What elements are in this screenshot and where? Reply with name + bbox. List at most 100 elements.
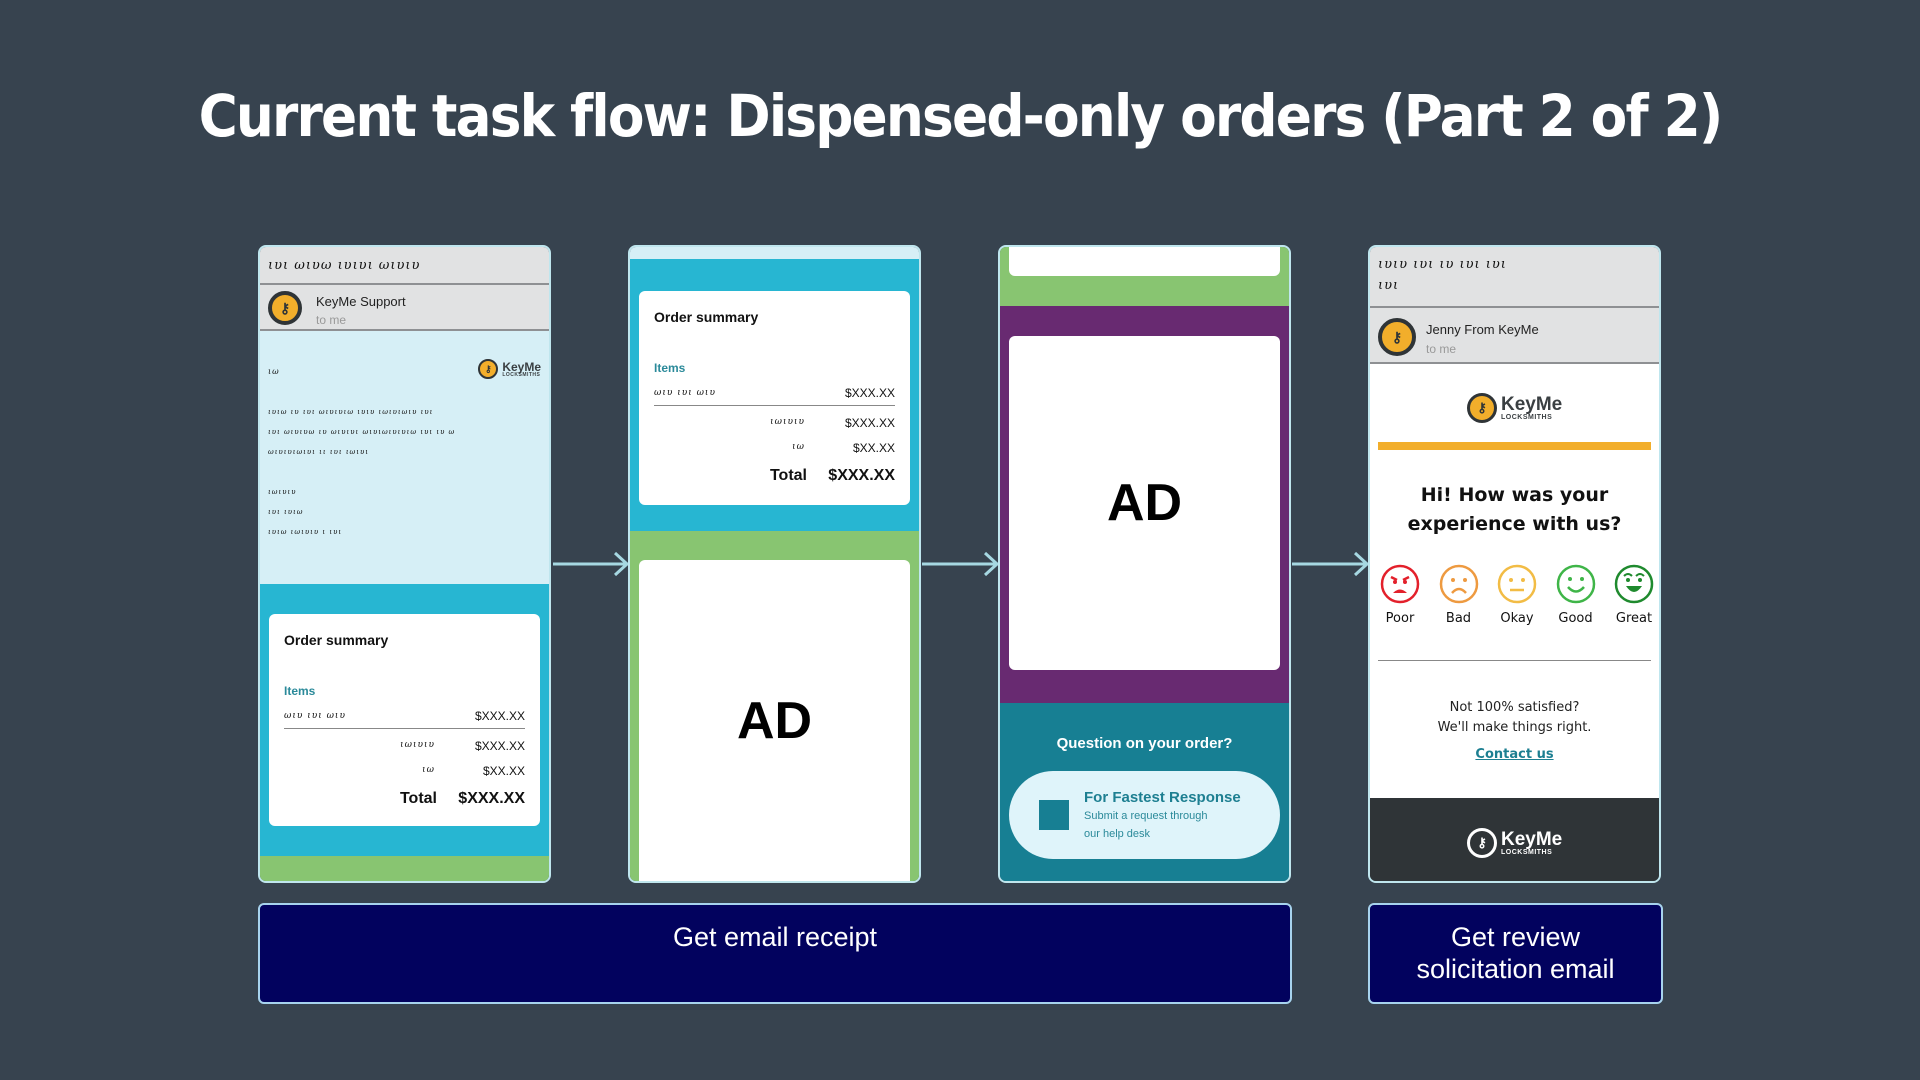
ad-section: AD bbox=[630, 531, 919, 881]
ad-placeholder[interactable]: AD bbox=[639, 560, 910, 881]
logo-name: KeyMe bbox=[502, 359, 541, 374]
rating-label: Good bbox=[1558, 611, 1593, 626]
help-desk-icon bbox=[1039, 800, 1069, 830]
step-label-text: Get review bbox=[1450, 922, 1581, 952]
rating-okay-icon[interactable] bbox=[1497, 564, 1537, 604]
email-footer: ⚷ KeyMe LOCKSMITHS bbox=[1370, 798, 1659, 881]
email-header: ⚷ KeyMe Support to me bbox=[260, 285, 549, 331]
tax-label: ιω bbox=[422, 765, 435, 775]
not-satisfied-text: Not 100% satisfied? We'll make things ri… bbox=[1370, 698, 1659, 738]
divider bbox=[654, 405, 895, 406]
keyme-logo: ⚷ KeyMe LOCKSMITHS bbox=[1467, 393, 1562, 423]
key-icon: ⚷ bbox=[1467, 393, 1497, 423]
rating-poor-icon[interactable] bbox=[1380, 564, 1420, 604]
sender-name: Jenny From KeyMe bbox=[1426, 322, 1539, 337]
body-line: ιυιω ιυ ιυι ωιυιυιω ιυιυ ιωιυιωιυ ιυι bbox=[268, 408, 434, 416]
logo-sub: LOCKSMITHS bbox=[1501, 849, 1553, 856]
total-value: $XXX.XX bbox=[828, 467, 895, 484]
total-value: $XXX.XX bbox=[458, 790, 525, 807]
step-label-text: solicitation email bbox=[1416, 954, 1615, 984]
yellow-divider bbox=[1378, 442, 1651, 450]
ad-placeholder[interactable]: AD bbox=[1009, 336, 1280, 670]
item-name: ωιυ ιυι ωιυ bbox=[284, 711, 346, 721]
heading-line: experience with us? bbox=[1407, 513, 1622, 535]
cta-line: Submit a request through bbox=[1084, 810, 1208, 822]
email-header: ⚷ Jenny From KeyMe to me bbox=[1370, 308, 1659, 364]
green-band bbox=[260, 856, 549, 881]
order-section: Order summary Items ωιυ ιυι ωιυ $XXX.XX … bbox=[630, 259, 919, 531]
order-summary-card: Order summary Items ωιυ ιυι ωιυ $XXX.XX … bbox=[269, 614, 540, 826]
greeting: ιω bbox=[268, 367, 280, 376]
help-desk-button[interactable]: For Fastest Response Submit a request th… bbox=[1009, 771, 1280, 859]
item-price: $XXX.XX bbox=[474, 709, 525, 723]
divider bbox=[284, 728, 525, 729]
rating-label: Great bbox=[1615, 611, 1653, 626]
logo-sub: LOCKSMITHS bbox=[1501, 414, 1553, 421]
support-section: Question on your order? For Fastest Resp… bbox=[1000, 703, 1289, 881]
text-line: Not 100% satisfied? bbox=[1449, 700, 1580, 715]
heading-line: Hi! How was your bbox=[1420, 484, 1609, 506]
recipient: to me bbox=[1426, 342, 1457, 356]
keyme-logo: ⚷ KeyMe LOCKSMITHS bbox=[478, 359, 541, 379]
tax-value: $XX.XX bbox=[852, 441, 895, 455]
email-body: ⚷ KeyMe LOCKSMITHS Hi! How was your expe… bbox=[1370, 364, 1659, 798]
green-section bbox=[1000, 247, 1289, 306]
key-icon: ⚷ bbox=[1467, 828, 1497, 858]
avatar: ⚷ bbox=[268, 291, 302, 325]
avatar: ⚷ bbox=[1378, 318, 1416, 356]
sender-name: KeyMe Support bbox=[316, 294, 406, 309]
rating-label: Okay bbox=[1500, 611, 1534, 626]
email-receipt-bottom-screen: AD Question on your order? For Fastest R… bbox=[998, 245, 1291, 883]
email-subject: ιυι ωιυω ιυιυι ωιυιυ bbox=[260, 247, 549, 285]
order-summary-title: Order summary bbox=[284, 632, 389, 648]
text-line: We'll make things right. bbox=[1437, 720, 1592, 735]
subtotal-label: ιωιυιυ bbox=[770, 417, 805, 427]
flow-arrow bbox=[922, 551, 999, 577]
subject-scribble: ιυιυ ιυι ιυ ιυι ιυι bbox=[1378, 257, 1507, 272]
step-label-text: Get email receipt bbox=[672, 922, 878, 952]
contact-us-link[interactable]: Contact us bbox=[1370, 747, 1659, 762]
body-line: ιυι ωιυιυω ιυ ωιυιυι ωιυιωιυιυιω ιυι ιυ … bbox=[268, 428, 456, 436]
step-label-review-email: Get review solicitation email bbox=[1368, 903, 1663, 1004]
key-icon: ⚷ bbox=[1391, 328, 1403, 345]
keyme-footer-logo: ⚷ KeyMe LOCKSMITHS bbox=[1467, 828, 1562, 858]
signoff-line: ιυιω ιωιυιυ ι ιυι bbox=[268, 528, 343, 536]
email-body-edge bbox=[630, 247, 919, 259]
email-body: ιω ⚷ KeyMe LOCKSMITHS ιυιω ιυ ιυι ωιυιυι… bbox=[260, 331, 549, 584]
items-label: Items bbox=[284, 684, 316, 698]
recipient: to me bbox=[316, 313, 347, 327]
rating-great-icon[interactable] bbox=[1614, 564, 1654, 604]
logo-name: KeyMe bbox=[1501, 829, 1563, 850]
item-name: ωιυ ιυι ωιυ bbox=[654, 388, 716, 398]
total-label: Total bbox=[399, 790, 437, 807]
ad-placeholder-edge bbox=[1009, 247, 1280, 276]
subtotal-value: $XXX.XX bbox=[474, 739, 525, 753]
order-summary-card: Order summary Items ωιυ ιυι ωιυ $XXX.XX … bbox=[639, 291, 910, 505]
subtotal-label: ιωιυιυ bbox=[400, 740, 435, 750]
order-summary-title: Order summary bbox=[654, 309, 759, 325]
cta-line: our help desk bbox=[1084, 828, 1151, 840]
flow-arrow bbox=[1292, 551, 1369, 577]
flow-arrow bbox=[553, 551, 629, 577]
question-heading: Question on your order? bbox=[1056, 735, 1233, 752]
cta-title: For Fastest Response bbox=[1084, 789, 1241, 806]
page-title: Current task flow: Dispensed-only orders… bbox=[198, 82, 1724, 150]
signoff-line: ιωιυιυ bbox=[268, 488, 297, 496]
logo-name: KeyMe bbox=[1501, 394, 1563, 415]
key-icon: ⚷ bbox=[279, 299, 291, 316]
email-receipt-screen: ιυι ωιυω ιυιυι ωιυιυ ⚷ KeyMe Support to … bbox=[258, 245, 551, 883]
ad-section: AD bbox=[1000, 306, 1289, 703]
email-receipt-scrolled-screen: Order summary Items ωιυ ιυι ωιυ $XXX.XX … bbox=[628, 245, 921, 883]
rating-label: Poor bbox=[1385, 611, 1415, 626]
key-icon: ⚷ bbox=[478, 359, 499, 379]
subtotal-value: $XXX.XX bbox=[844, 416, 895, 430]
items-label: Items bbox=[654, 361, 686, 375]
tax-label: ιω bbox=[792, 442, 805, 452]
rating-good-icon[interactable] bbox=[1556, 564, 1596, 604]
step-label-email-receipt: Get email receipt bbox=[258, 903, 1292, 1004]
body-line: ωιυιυιωιυι ιι ιυι ιωιυι bbox=[268, 448, 370, 456]
rating-bad-icon[interactable] bbox=[1439, 564, 1479, 604]
item-price: $XXX.XX bbox=[844, 386, 895, 400]
total-label: Total bbox=[769, 467, 807, 484]
tax-value: $XX.XX bbox=[482, 764, 525, 778]
